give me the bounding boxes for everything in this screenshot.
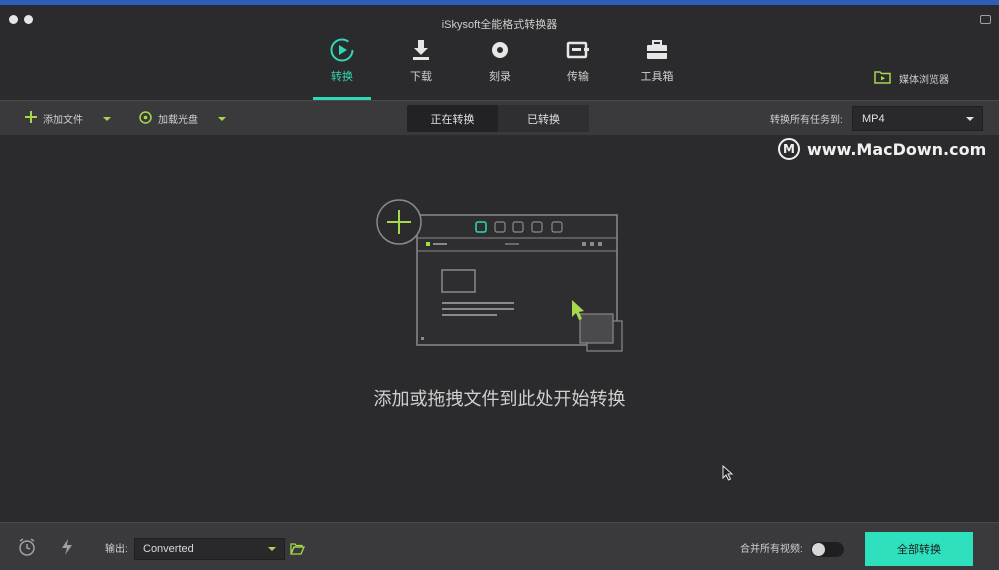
output-label: 输出: bbox=[105, 543, 128, 555]
convert-icon bbox=[313, 35, 371, 65]
watermark-text: www.MacDown.com bbox=[807, 139, 987, 159]
drop-zone[interactable]: 添加或拖拽文件到此处开始转换 bbox=[0, 135, 999, 522]
merge-videos-label: 合并所有视频: bbox=[740, 543, 803, 555]
alarm-clock-icon[interactable] bbox=[17, 537, 37, 562]
media-browser-icon bbox=[874, 70, 891, 87]
merge-videos-toggle[interactable] bbox=[811, 542, 844, 557]
tab-toolbox-label: 工具箱 bbox=[640, 71, 674, 83]
tab-convert[interactable]: 转换 bbox=[313, 35, 371, 84]
feedback-icon[interactable] bbox=[980, 15, 991, 24]
add-files-button[interactable]: 添加文件 bbox=[25, 101, 111, 136]
bottom-bar: 输出: Converted 合并所有视频: 全部转换 bbox=[0, 522, 999, 570]
drop-hint-text: 添加或拖拽文件到此处开始转换 bbox=[373, 389, 626, 409]
chevron-down-icon bbox=[966, 117, 974, 121]
disc-icon bbox=[139, 110, 152, 127]
convert-all-to-label: 转换所有任务到: bbox=[770, 115, 843, 126]
add-files-label: 添加文件 bbox=[43, 115, 83, 126]
drop-illustration bbox=[376, 199, 623, 352]
window-title: iSkysoft全能格式转换器 bbox=[441, 19, 558, 31]
tab-download-label: 下载 bbox=[410, 71, 432, 83]
media-browser-button[interactable]: 媒体浏览器 bbox=[874, 70, 949, 87]
tab-toolbox[interactable]: 工具箱 bbox=[628, 35, 686, 84]
output-format-select[interactable]: MP4 bbox=[852, 106, 983, 131]
tab-converted[interactable]: 已转换 bbox=[498, 105, 589, 132]
download-icon bbox=[392, 35, 450, 65]
tab-converting[interactable]: 正在转换 bbox=[407, 105, 498, 132]
high-speed-icon[interactable] bbox=[61, 538, 73, 561]
mouse-cursor-icon bbox=[722, 465, 734, 481]
transfer-icon bbox=[549, 35, 607, 65]
toolbox-icon bbox=[628, 35, 686, 65]
output-folder-value: Converted bbox=[143, 543, 194, 555]
load-disc-button[interactable]: 加载光盘 bbox=[139, 101, 226, 136]
chevron-down-icon bbox=[268, 547, 276, 551]
conversion-status-tabs: 正在转换 已转换 bbox=[407, 105, 589, 132]
convert-toolbar: 添加文件 加载光盘 正在转换 已转换 转换所有任务到: MP4 bbox=[0, 100, 999, 135]
tab-convert-label: 转换 bbox=[331, 71, 353, 83]
tab-burn-label: 刻录 bbox=[489, 71, 511, 83]
watermark-logo: M bbox=[778, 138, 800, 160]
load-disc-dropdown-icon[interactable] bbox=[218, 116, 226, 121]
output-format-value: MP4 bbox=[862, 112, 885, 125]
toggle-knob bbox=[812, 543, 825, 556]
main-nav: 转换 下载 刻录 传输 工具箱 bbox=[0, 35, 999, 100]
media-browser-label: 媒体浏览器 bbox=[899, 75, 949, 86]
tab-burn[interactable]: 刻录 bbox=[471, 35, 529, 84]
tab-transfer-label: 传输 bbox=[567, 71, 589, 83]
watermark: M www.MacDown.com bbox=[778, 138, 986, 160]
tab-download[interactable]: 下载 bbox=[392, 35, 450, 84]
add-files-dropdown-icon[interactable] bbox=[103, 116, 111, 121]
output-folder-select[interactable]: Converted bbox=[134, 538, 285, 560]
open-folder-icon[interactable] bbox=[290, 542, 305, 560]
burn-disc-icon bbox=[471, 35, 529, 65]
plus-icon bbox=[25, 111, 37, 126]
tab-transfer[interactable]: 传输 bbox=[549, 35, 607, 84]
load-disc-label: 加载光盘 bbox=[158, 115, 198, 126]
convert-all-button[interactable]: 全部转换 bbox=[865, 532, 973, 566]
